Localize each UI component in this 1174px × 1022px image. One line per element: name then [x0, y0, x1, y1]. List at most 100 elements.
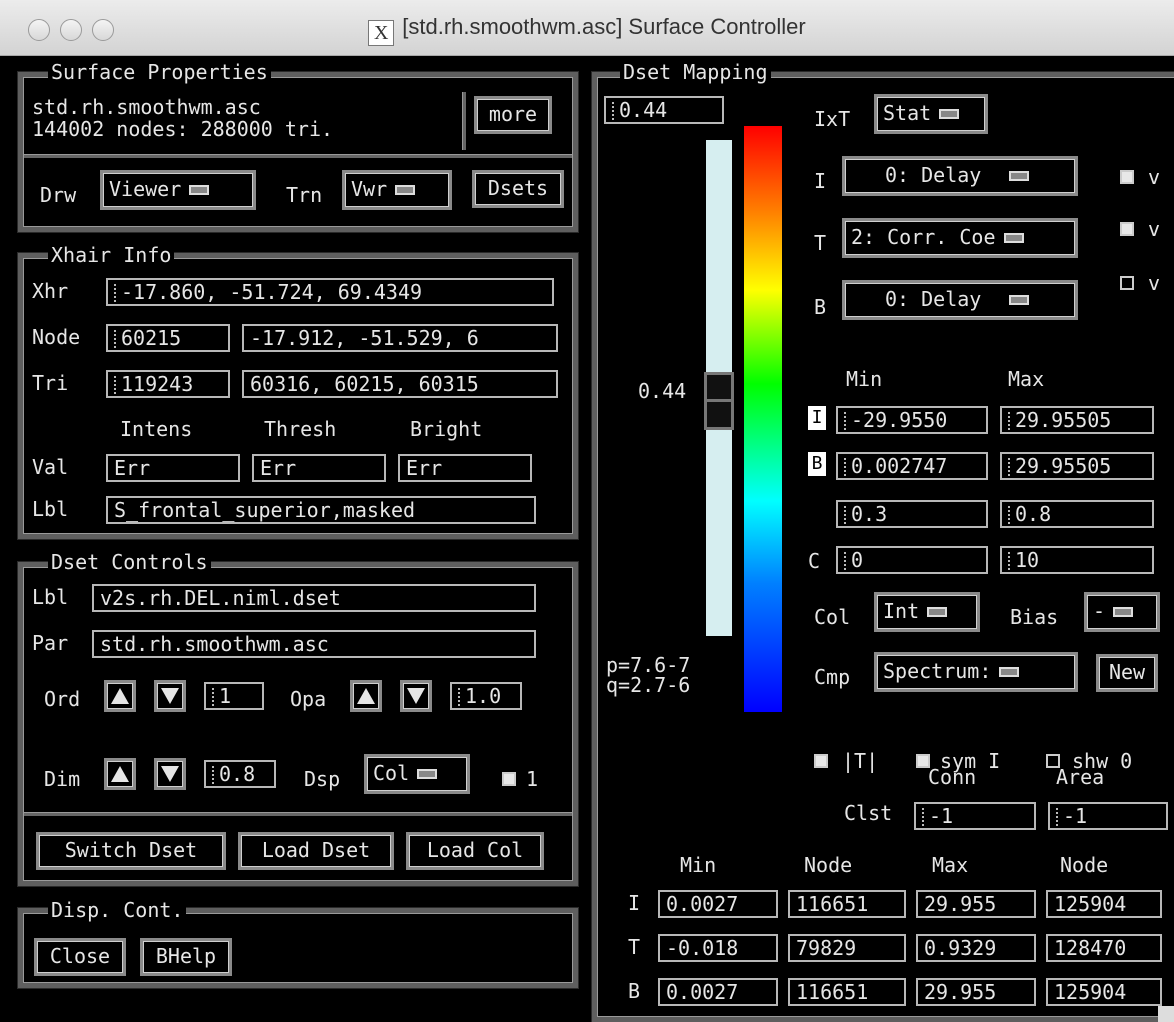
table-cell: 0.0027	[658, 890, 778, 918]
trn-value: Vwr	[351, 177, 388, 201]
par-label: Par	[32, 631, 69, 655]
brightness-min-field[interactable]: 0.3	[836, 500, 988, 528]
ixt-menu[interactable]: Stat	[874, 94, 988, 134]
b-value: 0: Delay	[885, 287, 982, 311]
dsets-button[interactable]: Dsets	[472, 170, 564, 208]
one-only-label: 1	[526, 767, 539, 791]
opa-up-button[interactable]	[350, 680, 382, 712]
node-coords-field[interactable]: -17.912, -51.529, 6	[242, 324, 558, 352]
close-button[interactable]: Close	[34, 938, 126, 976]
ord-down-button[interactable]	[154, 680, 186, 712]
opa-label: Opa	[290, 687, 327, 711]
intens-header: Intens	[120, 417, 193, 441]
b-min-field[interactable]: 0.002747	[836, 452, 988, 480]
window-title-container: X [std.rh.smoothwm.asc] Surface Controlle…	[0, 14, 1174, 46]
option-menu-icon	[1113, 607, 1134, 617]
t-v-checkbox[interactable]	[1120, 222, 1134, 236]
tri-nodes-field[interactable]: 60316, 60215, 60315	[242, 370, 558, 398]
table-cell: 0.0027	[658, 978, 778, 1006]
node-label: Node	[32, 325, 81, 349]
i-min-field[interactable]: -29.9550	[836, 406, 988, 434]
ord-field[interactable]: 1	[204, 682, 264, 710]
dsp-label: Dsp	[304, 767, 341, 791]
dim-label: Dim	[44, 767, 81, 791]
divider	[24, 154, 572, 158]
arrow-down-icon	[407, 688, 425, 704]
val-label: Val	[32, 455, 69, 479]
lbl-label: Lbl	[32, 497, 69, 521]
xhair-info-title: Xhair Info	[48, 245, 175, 265]
colorbar[interactable]	[744, 126, 782, 712]
window-titlebar: X [std.rh.smoothwm.asc] Surface Controlle…	[0, 0, 1174, 56]
clst-conn-field[interactable]: -1	[914, 802, 1036, 830]
table-cell: 128470	[1046, 934, 1162, 962]
b-menu[interactable]: 0: Delay	[842, 280, 1078, 320]
c-label: C	[808, 549, 821, 573]
i-range-label[interactable]: I	[808, 406, 826, 430]
opa-field[interactable]: 1.0	[450, 682, 522, 710]
load-col-button[interactable]: Load Col	[406, 832, 544, 870]
surface-name: std.rh.smoothwm.asc	[32, 95, 261, 119]
conn-header: Conn	[928, 765, 977, 789]
drw-label: Drw	[40, 183, 77, 207]
switch-dset-button[interactable]: Switch Dset	[36, 832, 226, 870]
dim-down-button[interactable]	[154, 758, 186, 790]
trn-label: Trn	[286, 183, 323, 207]
table-cell: 0.9329	[916, 934, 1036, 962]
node-field[interactable]: 60215	[106, 324, 230, 352]
abs-t-checkbox[interactable]	[814, 754, 828, 768]
brightness-max-field[interactable]: 0.8	[1000, 500, 1154, 528]
dim-up-button[interactable]	[104, 758, 136, 790]
ord-up-button[interactable]	[104, 680, 136, 712]
table-row-label: I	[628, 891, 641, 915]
table-cell: 116651	[788, 890, 906, 918]
divider	[462, 92, 466, 150]
i-max-field[interactable]: 29.95505	[1000, 406, 1154, 434]
i-v-checkbox[interactable]	[1120, 170, 1134, 184]
col-label: Col	[814, 605, 851, 629]
dsp-menu[interactable]: Col	[364, 754, 470, 794]
tri-field[interactable]: 119243	[106, 370, 230, 398]
col-menu[interactable]: Int	[874, 592, 980, 632]
threshold-field[interactable]: 0.44	[604, 96, 724, 124]
bhelp-button[interactable]: BHelp	[140, 938, 232, 976]
table-cell: 125904	[1046, 978, 1162, 1006]
clst-area-field[interactable]: -1	[1048, 802, 1168, 830]
t-menu[interactable]: 2: Corr. Coe	[842, 218, 1078, 258]
b-range-label[interactable]: B	[808, 452, 826, 476]
load-dset-button[interactable]: Load Dset	[238, 832, 394, 870]
xhr-field[interactable]: -17.860, -51.724, 69.4349	[106, 278, 554, 306]
xhair-label-field: S_frontal_superior,masked	[106, 496, 536, 524]
new-colormap-button[interactable]: New	[1096, 654, 1158, 692]
table-header-node: Node	[1060, 853, 1109, 877]
b-v-checkbox[interactable]	[1120, 276, 1134, 290]
val-thresh: Err	[252, 454, 386, 482]
i-menu[interactable]: 0: Delay	[842, 156, 1078, 196]
val-bright: Err	[398, 454, 532, 482]
arrow-down-icon	[161, 688, 179, 704]
cmp-menu[interactable]: Spectrum:	[874, 652, 1078, 692]
resize-grip-icon[interactable]	[1158, 1006, 1174, 1022]
arrow-up-icon	[111, 766, 129, 782]
more-button[interactable]: more	[474, 96, 552, 134]
table-header-min: Min	[680, 853, 717, 877]
bias-menu[interactable]: -	[1084, 592, 1160, 632]
trn-menu[interactable]: Vwr	[342, 170, 452, 210]
drw-menu[interactable]: Viewer	[100, 170, 256, 210]
ixt-label: IxT	[814, 107, 851, 131]
c-min-field[interactable]: 0	[836, 546, 988, 574]
c-max-field[interactable]: 10	[1000, 546, 1154, 574]
max-header: Max	[1008, 367, 1045, 391]
opa-down-button[interactable]	[400, 680, 432, 712]
ord-label: Ord	[44, 687, 81, 711]
table-cell: 29.955	[916, 978, 1036, 1006]
b-max-field[interactable]: 29.95505	[1000, 452, 1154, 480]
one-only-checkbox[interactable]	[502, 772, 516, 786]
t-v-label: v	[1148, 217, 1161, 241]
abs-t-label: |T|	[842, 749, 879, 773]
dset-label-field[interactable]: v2s.rh.DEL.niml.dset	[92, 584, 536, 612]
dim-field[interactable]: 0.8	[204, 760, 276, 788]
threshold-slider-thumb[interactable]	[704, 372, 734, 430]
option-menu-icon	[1009, 295, 1030, 305]
dset-controls-title: Dset Controls	[48, 552, 211, 572]
